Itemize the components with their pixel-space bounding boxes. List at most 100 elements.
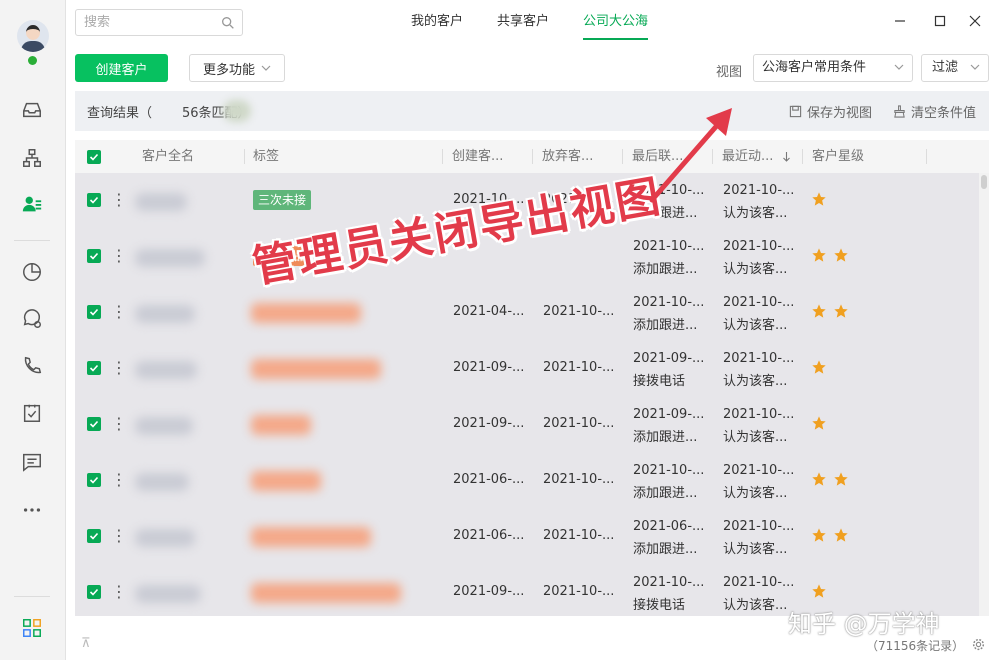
customer-star-rating: [811, 247, 849, 263]
close-button[interactable]: [962, 8, 988, 34]
org-chart-icon[interactable]: [18, 144, 46, 172]
column-header-name[interactable]: 客户全名: [142, 140, 194, 173]
column-header-stars[interactable]: 客户星级: [812, 140, 864, 173]
minimize-button[interactable]: [887, 8, 913, 34]
apps-icon[interactable]: [18, 614, 46, 642]
cell-recent-activity-date: 2021-10-...: [723, 575, 795, 590]
search-icon[interactable]: [220, 15, 236, 31]
row-checkbox[interactable]: [87, 249, 101, 263]
clear-conditions-label: 清空条件值: [911, 106, 977, 121]
check-icon: [89, 532, 99, 540]
column-divider: [442, 149, 443, 164]
star-icon: [812, 528, 826, 542]
gear-icon[interactable]: [972, 638, 985, 651]
column-header-created[interactable]: 创建客...: [452, 140, 503, 173]
tab-company-public-pool[interactable]: 公司大公海: [566, 0, 665, 44]
more-dots-icon[interactable]: [18, 496, 46, 524]
blurred-tag: [251, 415, 311, 435]
sort-down-arrow-icon[interactable]: [782, 152, 791, 162]
table-row[interactable]: ⋮ 2021-06-... 2021-10-... 2021-06-... 添加跟进..…: [75, 509, 979, 565]
customer-star-rating: [811, 471, 849, 487]
more-functions-button[interactable]: 更多功能: [189, 54, 285, 82]
column-divider: [926, 149, 927, 164]
search-input[interactable]: [76, 10, 214, 35]
search-box[interactable]: [75, 9, 243, 36]
row-menu-icon[interactable]: ⋮: [111, 471, 127, 489]
row-checkbox[interactable]: [87, 193, 101, 207]
blurred-customer-name: [135, 305, 195, 323]
pie-chart-icon[interactable]: [18, 258, 46, 286]
row-menu-icon[interactable]: ⋮: [111, 415, 127, 433]
select-all-checkbox[interactable]: [87, 150, 101, 164]
row-checkbox[interactable]: [87, 417, 101, 431]
clear-conditions-button[interactable]: 清空条件值: [893, 102, 976, 121]
create-customer-button[interactable]: 创建客户: [75, 54, 168, 82]
filter-label: 过滤: [932, 60, 959, 75]
row-menu-icon[interactable]: ⋮: [111, 359, 127, 377]
check-icon: [89, 252, 99, 260]
row-menu-icon[interactable]: ⋮: [111, 527, 127, 545]
rail-divider: [14, 240, 50, 241]
tab-shared-customers[interactable]: 共享客户: [480, 0, 566, 44]
chat-bubble-icon[interactable]: [18, 305, 46, 333]
table-row[interactable]: ⋮ 2021-04-... 2021-10-... 2021-10-... 添加跟进..…: [75, 285, 979, 341]
cell-recent-activity-desc: 认为该客...: [723, 318, 788, 333]
save-icon: [789, 105, 802, 118]
table-row[interactable]: ⋮ 2021-09-... 2021-10-... 2021-09-... 接拨电话 20…: [75, 341, 979, 397]
customer-star-rating: [811, 191, 827, 207]
star-icon: [812, 416, 826, 430]
cell-last-contact-type: 添加跟进...: [633, 542, 698, 557]
cell-recent-activity-desc: 认为该客...: [723, 262, 788, 277]
row-checkbox[interactable]: [87, 585, 101, 599]
inbox-icon[interactable]: [18, 96, 46, 124]
row-menu-icon[interactable]: ⋮: [111, 583, 127, 601]
column-header-abandoned[interactable]: 放弃客...: [542, 140, 593, 173]
row-checkbox[interactable]: [87, 473, 101, 487]
cell-last-contact-date: 2021-10-...: [633, 575, 705, 590]
maximize-button[interactable]: [927, 8, 953, 34]
blurred-tag: [251, 583, 401, 603]
table-scrollbar[interactable]: [979, 173, 989, 616]
scroll-to-top-icon[interactable]: ⊼: [81, 636, 91, 651]
user-avatar[interactable]: [17, 20, 49, 52]
column-divider: [802, 149, 803, 164]
chevron-down-icon: [261, 65, 271, 71]
save-as-view-label: 保存为视图: [807, 106, 873, 121]
row-menu-icon[interactable]: ⋮: [111, 247, 127, 265]
customer-star-rating: [811, 359, 827, 375]
column-divider: [532, 149, 533, 164]
customer-tabs: 我的客户 共享客户 公司大公海: [394, 0, 665, 44]
row-checkbox[interactable]: [87, 361, 101, 375]
star-icon: [812, 584, 826, 598]
table-row[interactable]: ⋮ 2021-09-... 2021-10-... 2021-09-... 添加跟进..…: [75, 397, 979, 453]
view-select[interactable]: 公海客户常用条件: [753, 54, 913, 82]
star-icon: [812, 360, 826, 374]
row-checkbox[interactable]: [87, 305, 101, 319]
star-icon: [812, 248, 826, 262]
check-icon: [89, 153, 99, 161]
scrollbar-thumb[interactable]: [981, 175, 987, 189]
star-icon: [834, 528, 848, 542]
customer-star-rating: [811, 303, 849, 319]
save-as-view-button[interactable]: 保存为视图: [789, 102, 872, 121]
row-menu-icon[interactable]: ⋮: [111, 303, 127, 321]
column-header-tag[interactable]: 标签: [253, 140, 279, 173]
query-result-prefix: 查询结果（: [87, 106, 153, 121]
table-row[interactable]: ⋮ 2021-06-... 2021-10-... 2021-10-... 添加跟进..…: [75, 453, 979, 509]
tab-my-customers[interactable]: 我的客户: [394, 0, 480, 44]
cell-created: 2021-09-...: [453, 360, 525, 375]
cell-abandoned: 2021-10-...: [543, 360, 615, 375]
cell-created: 2021-09-...: [453, 416, 525, 431]
message-icon[interactable]: [18, 448, 46, 476]
task-check-icon[interactable]: [18, 399, 46, 427]
row-menu-icon[interactable]: ⋮: [111, 191, 127, 209]
filter-button[interactable]: 过滤: [921, 54, 989, 82]
phone-icon[interactable]: [18, 352, 46, 380]
customer-star-rating: [811, 415, 827, 431]
customer-icon[interactable]: [18, 190, 46, 218]
star-icon: [834, 248, 848, 262]
check-icon: [89, 420, 99, 428]
blurred-tag: [251, 471, 321, 491]
online-status-dot: [28, 56, 37, 65]
row-checkbox[interactable]: [87, 529, 101, 543]
